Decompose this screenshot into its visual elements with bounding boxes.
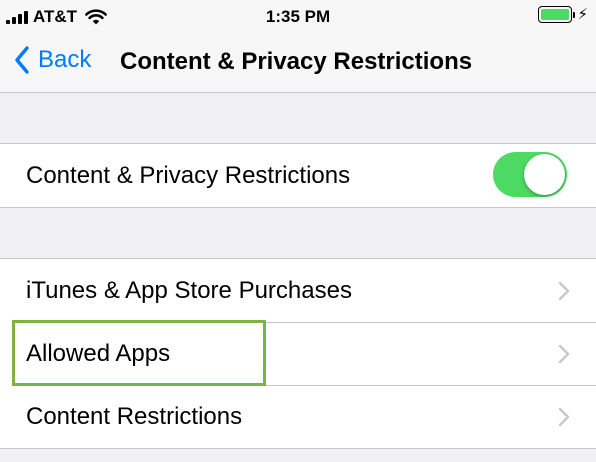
menu-item-label: iTunes & App Store Purchases — [26, 276, 352, 304]
menu-item-label: Content Restrictions — [26, 402, 243, 430]
chevron-right-icon — [558, 344, 570, 364]
status-bar: AT&T 1:35 PM ⚡ — [0, 0, 596, 32]
page-title: Content & Privacy Restrictions — [120, 48, 473, 75]
back-button[interactable]: Back — [14, 46, 91, 74]
charging-bolt-icon: ⚡ — [577, 6, 588, 23]
status-time: 1:35 PM — [265, 7, 331, 26]
chevron-right-icon — [558, 281, 570, 301]
battery-fill — [541, 9, 570, 20]
restrictions-toggle-label: Content & Privacy Restrictions — [26, 161, 351, 189]
chevron-left-icon — [15, 46, 29, 74]
allowed-apps-highlight — [12, 320, 266, 386]
menu-item-itunes-app-store-purchases[interactable]: iTunes & App Store Purchases — [0, 259, 596, 322]
battery-nub — [573, 11, 576, 18]
toggle-section: Content & Privacy Restrictions — [0, 143, 596, 208]
restrictions-toggle-row: Content & Privacy Restrictions — [0, 144, 596, 207]
restrictions-toggle[interactable] — [493, 152, 567, 197]
back-label: Back — [38, 46, 92, 73]
battery-icon — [538, 6, 573, 23]
battery-indicator: ⚡ — [538, 6, 588, 23]
menu-item-content-restrictions[interactable]: Content Restrictions — [0, 385, 596, 448]
toggle-knob — [524, 154, 565, 195]
chevron-right-icon — [558, 407, 570, 427]
navigation-bar: Back Content & Privacy Restrictions — [0, 32, 596, 93]
